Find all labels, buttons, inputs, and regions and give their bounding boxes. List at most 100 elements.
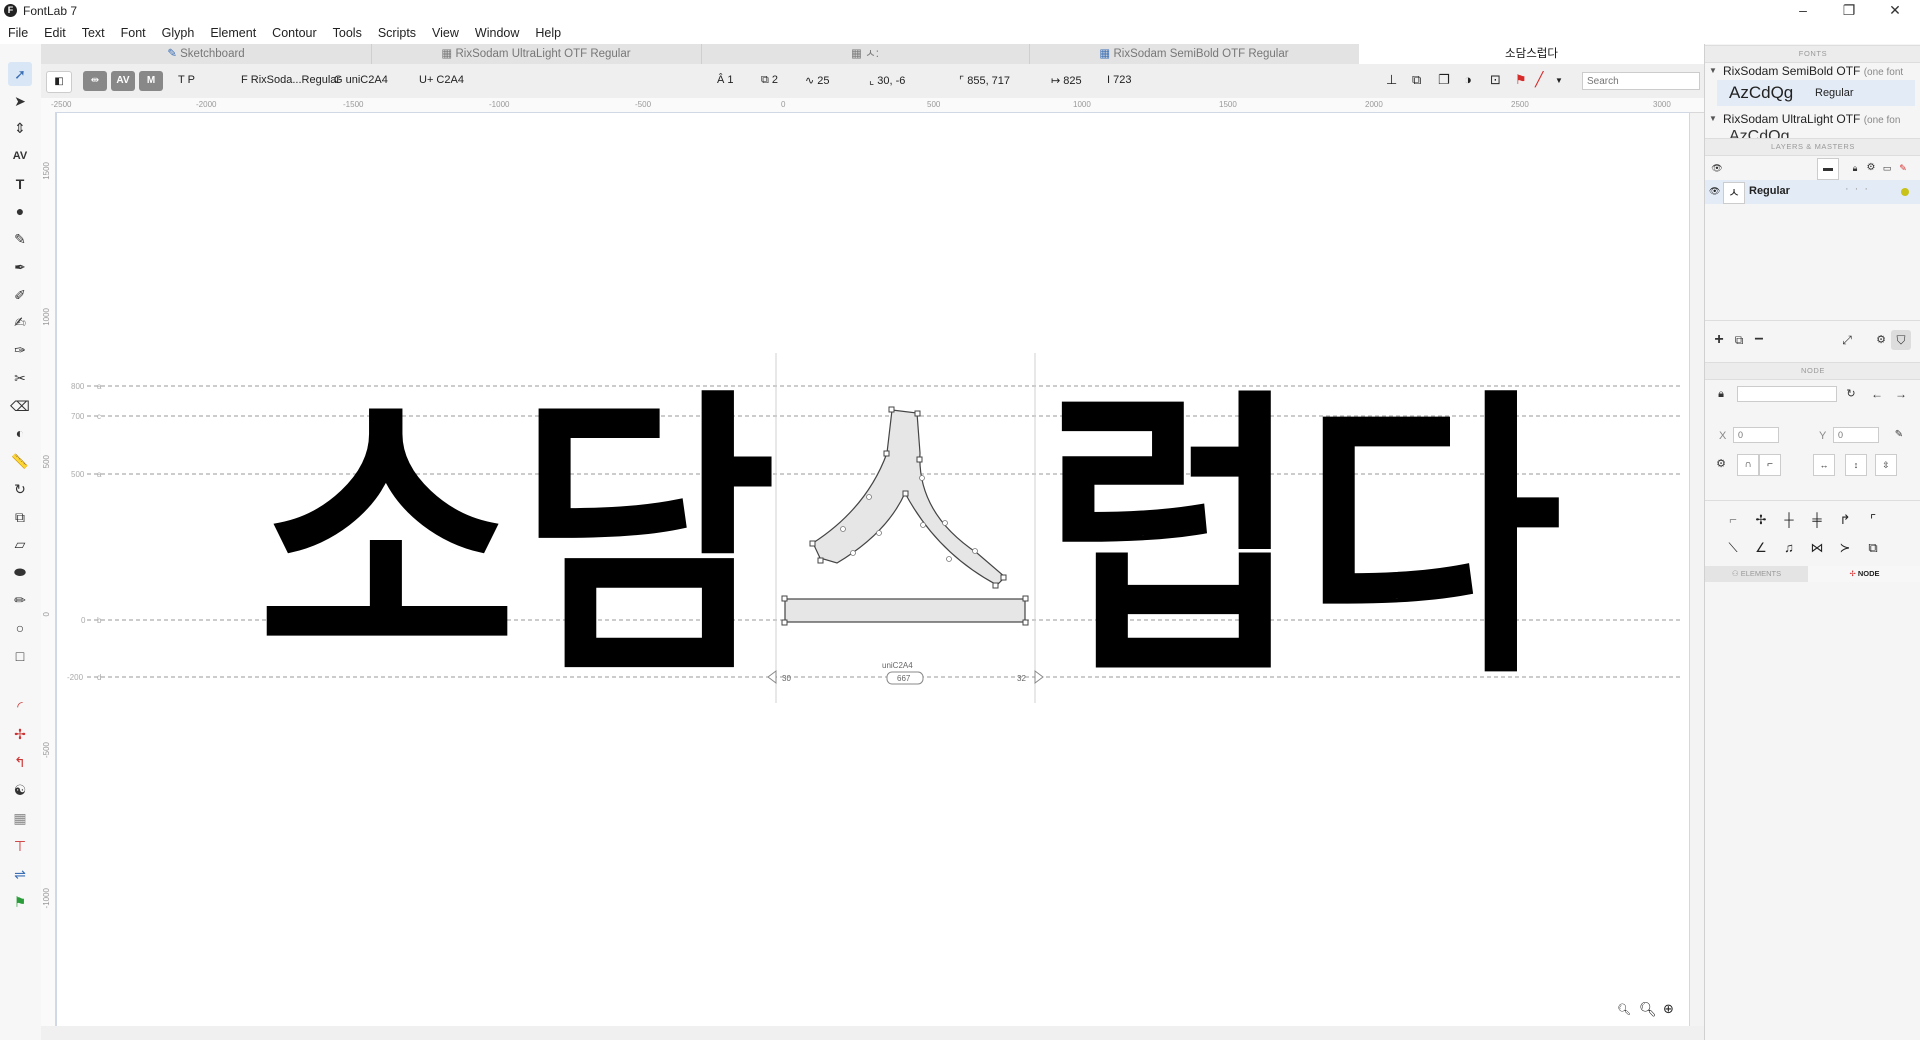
tab-ultralight-font[interactable]: ▦ RixSodam UltraLight OTF Regular bbox=[371, 44, 702, 64]
fill-tool-icon[interactable]: ◐ bbox=[8, 421, 32, 445]
text-left-glyphs[interactable]: 소담 bbox=[257, 365, 777, 714]
zoom-icon[interactable]: 🔍︎ bbox=[1639, 1001, 1657, 1018]
chevron-down-icon[interactable]: ▼ bbox=[1555, 76, 1563, 85]
node-lock-icon[interactable]: 🔒︎ bbox=[1711, 384, 1731, 404]
handle[interactable] bbox=[946, 556, 952, 562]
node[interactable] bbox=[888, 406, 895, 413]
node[interactable] bbox=[781, 595, 788, 602]
menu-edit[interactable]: Edit bbox=[36, 22, 74, 44]
node[interactable] bbox=[883, 450, 890, 457]
layer-visible-icon[interactable]: 👁︎ bbox=[1709, 186, 1720, 197]
eu-bar[interactable] bbox=[784, 598, 1026, 623]
metrics-mode-button[interactable]: M bbox=[139, 71, 163, 91]
blob-tool-icon[interactable]: ⬬ bbox=[8, 560, 32, 584]
expand-icon[interactable]: ⤢ bbox=[1837, 330, 1857, 350]
advance-width-value[interactable]: 825 bbox=[1063, 75, 1081, 87]
height-value[interactable]: 723 bbox=[1113, 74, 1131, 86]
handle[interactable] bbox=[876, 530, 882, 536]
layer-fill-icon[interactable]: ▬ bbox=[1817, 158, 1839, 180]
distribute-h-icon[interactable]: ↔ bbox=[1813, 454, 1835, 476]
siot-stroke[interactable] bbox=[812, 409, 1006, 586]
node-tool-8-icon[interactable]: ∠ bbox=[1749, 536, 1773, 560]
copy-icon[interactable]: ❐ bbox=[1438, 72, 1450, 88]
brush-tool-icon[interactable]: ● bbox=[8, 199, 32, 223]
eraser-tool-icon[interactable]: ⌫ bbox=[8, 394, 32, 418]
node-tool-4-icon[interactable]: ╪ bbox=[1805, 508, 1829, 532]
duplicate-icon[interactable]: ⧉ bbox=[1412, 72, 1421, 88]
node[interactable] bbox=[1000, 574, 1007, 581]
corner-node-icon[interactable]: ⌐ bbox=[1759, 454, 1781, 476]
close-button[interactable]: ✕ bbox=[1872, 0, 1918, 22]
node[interactable] bbox=[781, 619, 788, 626]
node[interactable] bbox=[914, 410, 921, 417]
smooth-node-icon[interactable]: ∩ bbox=[1737, 454, 1759, 476]
menu-tools[interactable]: Tools bbox=[325, 22, 370, 44]
node-tool-9-icon[interactable]: ♫ bbox=[1777, 536, 1801, 560]
node-settings-icon[interactable]: ⚙ bbox=[1711, 454, 1731, 474]
font-2-name[interactable]: RixSodam UltraLight OTF (one fon bbox=[1723, 112, 1900, 126]
pick-icon[interactable]: ✎ bbox=[1889, 425, 1909, 445]
grid-tool-icon[interactable]: ▦ bbox=[8, 806, 32, 830]
glyph-name-label[interactable]: G uniC2A4 bbox=[334, 74, 388, 86]
handle[interactable] bbox=[866, 494, 872, 500]
search-input[interactable] bbox=[1582, 72, 1700, 90]
text-paragraph-label[interactable]: T P bbox=[178, 74, 195, 86]
rotate-tool-icon[interactable]: ↻ bbox=[8, 477, 32, 501]
text-right-glyphs[interactable]: 럽다 bbox=[1042, 365, 1563, 714]
fill-preview-icon[interactable]: ◑ bbox=[1464, 72, 1472, 87]
minimize-button[interactable]: – bbox=[1780, 0, 1826, 22]
tab-semibold-font[interactable]: ▦ RixSodam SemiBold OTF Regular bbox=[1029, 44, 1360, 64]
menu-help[interactable]: Help bbox=[527, 22, 569, 44]
node[interactable] bbox=[916, 456, 923, 463]
expand-font-2-icon[interactable]: ▼ bbox=[1709, 114, 1717, 123]
node[interactable] bbox=[1022, 595, 1029, 602]
next-node-icon[interactable]: → bbox=[1891, 384, 1911, 404]
menu-element[interactable]: Element bbox=[202, 22, 264, 44]
stamp-icon[interactable]: ⊥ bbox=[1386, 72, 1397, 88]
menu-contour[interactable]: Contour bbox=[264, 22, 324, 44]
menu-view[interactable]: View bbox=[424, 22, 467, 44]
layer-color-dot[interactable] bbox=[1901, 188, 1909, 196]
node-x-input[interactable] bbox=[1733, 427, 1779, 443]
calligraphy-tool-icon[interactable]: ✍ bbox=[8, 310, 32, 334]
handle[interactable] bbox=[972, 548, 978, 554]
rectangle-tool-icon[interactable]: □ bbox=[8, 644, 32, 668]
font-1-sample-row[interactable]: AzCdQg Regular bbox=[1717, 80, 1915, 106]
node-name-field[interactable] bbox=[1737, 386, 1837, 402]
corner-tool-icon[interactable]: ⊤ bbox=[8, 834, 32, 858]
node[interactable] bbox=[817, 557, 824, 564]
zoom-fit-icon[interactable]: ⊕ bbox=[1663, 1001, 1674, 1017]
node-tool-11-icon[interactable]: ≻ bbox=[1833, 536, 1857, 560]
prev-node-icon[interactable]: ← bbox=[1867, 384, 1887, 404]
tab-sketchboard[interactable]: ✎ Sketchboard bbox=[41, 44, 372, 64]
size-value[interactable]: 855, 717 bbox=[967, 75, 1010, 87]
node[interactable] bbox=[992, 582, 999, 589]
layer-options-icon[interactable]: ··· bbox=[1845, 183, 1874, 195]
layer-row-regular[interactable]: 👁︎ ㅅ Regular ··· bbox=[1705, 180, 1920, 204]
node-tool-7-icon[interactable]: ⟍ bbox=[1721, 536, 1745, 560]
flag-icon[interactable]: ⚑ bbox=[1515, 72, 1527, 88]
menu-font[interactable]: Font bbox=[113, 22, 154, 44]
color-marker-icon[interactable]: ✎ bbox=[1893, 158, 1913, 178]
position-value[interactable]: 30, -6 bbox=[877, 75, 905, 87]
node-tool-5-icon[interactable]: ↱ bbox=[1833, 508, 1857, 532]
node-y-input[interactable] bbox=[1833, 427, 1879, 443]
refresh-icon[interactable]: ↻ bbox=[1841, 384, 1861, 404]
node[interactable] bbox=[1022, 619, 1029, 626]
scale-tool-icon[interactable]: ⧉ bbox=[8, 505, 32, 529]
knife-tool-icon[interactable]: ✂ bbox=[8, 366, 32, 390]
handle[interactable] bbox=[850, 550, 856, 556]
edited-glyph[interactable] bbox=[781, 406, 1029, 626]
mask-icon[interactable]: ⛉ bbox=[1891, 330, 1911, 350]
yin-yang-icon[interactable]: ☯ bbox=[8, 778, 32, 802]
node-tool-3-icon[interactable]: ┼ bbox=[1777, 508, 1801, 532]
node[interactable] bbox=[809, 540, 816, 547]
handle[interactable] bbox=[840, 526, 846, 532]
duplicate-layer-icon[interactable]: ⧉ bbox=[1729, 330, 1749, 350]
font-1-name[interactable]: RixSodam SemiBold OTF (one font bbox=[1723, 64, 1903, 78]
expand-font-1-icon[interactable]: ▼ bbox=[1709, 66, 1717, 75]
menu-window[interactable]: Window bbox=[467, 22, 527, 44]
glyph-mode-button[interactable]: ⇹ bbox=[83, 71, 107, 91]
node-tool-2-icon[interactable]: ✢ bbox=[1749, 508, 1773, 532]
ruler-tool-icon[interactable]: 📏 bbox=[8, 449, 32, 473]
